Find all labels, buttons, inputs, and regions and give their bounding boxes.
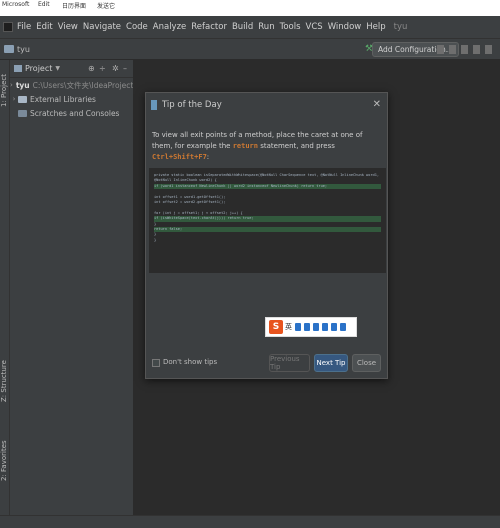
menu-analyze[interactable]: Analyze — [153, 22, 187, 32]
menu-navigate[interactable]: Navigate — [83, 22, 121, 32]
skin-icon[interactable] — [331, 323, 337, 331]
taskbar-item[interactable]: 发送它 — [97, 1, 115, 10]
intellij-logo-icon — [3, 22, 13, 32]
menu-window[interactable]: Window — [328, 22, 362, 32]
taskbar-item[interactable]: 日历界面 — [62, 1, 86, 10]
dialog-header: Tip of the Day ✕ — [146, 93, 387, 117]
menu-file[interactable]: File — [17, 22, 31, 32]
microphone-icon[interactable] — [313, 323, 319, 331]
ime-mode[interactable]: 英 — [285, 322, 292, 332]
project-folder-icon — [14, 65, 22, 72]
main-toolbar: tyu ⚒ Add Configuration... — [0, 38, 500, 60]
tree-item-project[interactable]: › tyu C:\Users\文件夹\IdeaProjects\tyu — [10, 78, 133, 92]
gear-icon[interactable]: ✲ — [112, 64, 119, 73]
tree-item-path: C:\Users\文件夹\IdeaProjects\tyu — [32, 80, 133, 90]
chevron-right-icon[interactable]: › — [10, 81, 13, 89]
tip-text: To view all exit points of a method, pla… — [152, 130, 384, 163]
menu-build[interactable]: Build — [232, 22, 253, 32]
chevron-down-icon[interactable]: ▼ — [55, 65, 60, 72]
close-button[interactable]: Close — [352, 354, 381, 372]
dont-show-tips-label[interactable]: Don't show tips — [163, 358, 217, 366]
left-tool-strip: 1: Project Z: Structure 2: Favorites — [0, 60, 10, 515]
tree-item-label: External Libraries — [30, 94, 96, 104]
folder-icon — [4, 45, 14, 53]
menu-view[interactable]: View — [58, 22, 78, 32]
tab-project[interactable]: 1: Project — [0, 66, 10, 116]
ime-toolbar[interactable]: S 英 — [265, 317, 357, 337]
intellij-icon — [151, 100, 157, 110]
tip-text-part: statement, and press — [260, 142, 335, 150]
tab-structure[interactable]: Z: Structure — [0, 356, 10, 406]
collapse-icon[interactable]: ÷ — [99, 64, 106, 73]
library-icon — [18, 95, 27, 103]
project-panel-header: Project ▼ ⊕ ÷ ✲ – — [10, 60, 133, 78]
coverage-icon[interactable] — [461, 45, 468, 54]
target-icon[interactable]: ⊕ — [88, 64, 95, 73]
breadcrumb-project[interactable]: tyu — [17, 45, 30, 54]
menu-vcs[interactable]: VCS — [306, 22, 323, 32]
tree-item-label: tyu — [15, 80, 30, 90]
project-panel-title[interactable]: Project — [25, 64, 52, 73]
menu-run[interactable]: Run — [258, 22, 274, 32]
os-taskbar-strip: Microsoft Edit 日历界面 发送它 — [0, 0, 500, 16]
dont-show-tips-checkbox[interactable] — [152, 359, 160, 367]
menu-help[interactable]: Help — [366, 22, 385, 32]
code-line: } — [154, 237, 157, 242]
tab-favorites[interactable]: 2: Favorites — [0, 436, 10, 486]
taskbar-item[interactable]: Edit — [38, 1, 50, 8]
dialog-title: Tip of the Day — [162, 100, 222, 110]
toolbox-icon[interactable] — [340, 323, 346, 331]
emoji-icon[interactable] — [304, 323, 310, 331]
close-icon[interactable]: ✕ — [373, 99, 381, 110]
taskbar-item[interactable]: Microsoft — [2, 1, 29, 8]
menu-refactor[interactable]: Refactor — [191, 22, 227, 32]
tip-keyword: return — [232, 142, 258, 150]
minimize-icon[interactable]: – — [123, 64, 127, 73]
project-panel: Project ▼ ⊕ ÷ ✲ – › tyu C:\Users\文件夹\Ide… — [10, 60, 134, 515]
chevron-right-icon[interactable]: › — [10, 95, 18, 103]
debug-icon[interactable] — [449, 45, 456, 54]
status-bar — [0, 515, 500, 528]
window-project-title: tyu — [393, 22, 408, 32]
keyboard-icon[interactable] — [322, 323, 328, 331]
previous-tip-button[interactable]: Previous Tip — [269, 354, 310, 372]
menu-tools[interactable]: Tools — [280, 22, 301, 32]
code-line: private static boolean isSeparatedWithWh… — [154, 173, 380, 183]
code-sample: private static boolean isSeparatedWithWh… — [149, 168, 386, 273]
scratches-icon — [18, 109, 27, 117]
search-everywhere-icon[interactable] — [485, 45, 492, 54]
tip-shortcut: Ctrl+Shift+F7 — [152, 153, 207, 161]
tree-item-scratches[interactable]: Scratches and Consoles — [10, 106, 133, 120]
tree-item-label: Scratches and Consoles — [30, 108, 120, 118]
menu-edit[interactable]: Edit — [36, 22, 52, 32]
next-tip-button[interactable]: Next Tip — [314, 354, 348, 372]
sogou-logo-icon[interactable]: S — [269, 320, 283, 334]
tree-item-external-libraries[interactable]: › External Libraries — [10, 92, 133, 106]
tip-text-part: : — [206, 153, 210, 161]
stop-icon[interactable] — [473, 45, 480, 54]
tip-of-the-day-dialog: Tip of the Day ✕ To view all exit points… — [145, 92, 388, 379]
punctuation-icon[interactable] — [295, 323, 301, 331]
dialog-footer: Don't show tips Previous Tip Next Tip Cl… — [146, 351, 387, 379]
menu-code[interactable]: Code — [126, 22, 148, 32]
project-tree: › tyu C:\Users\文件夹\IdeaProjects\tyu › Ex… — [10, 78, 133, 120]
run-icon[interactable] — [437, 45, 444, 54]
menu-bar: File Edit View Navigate Code Analyze Ref… — [0, 16, 500, 38]
